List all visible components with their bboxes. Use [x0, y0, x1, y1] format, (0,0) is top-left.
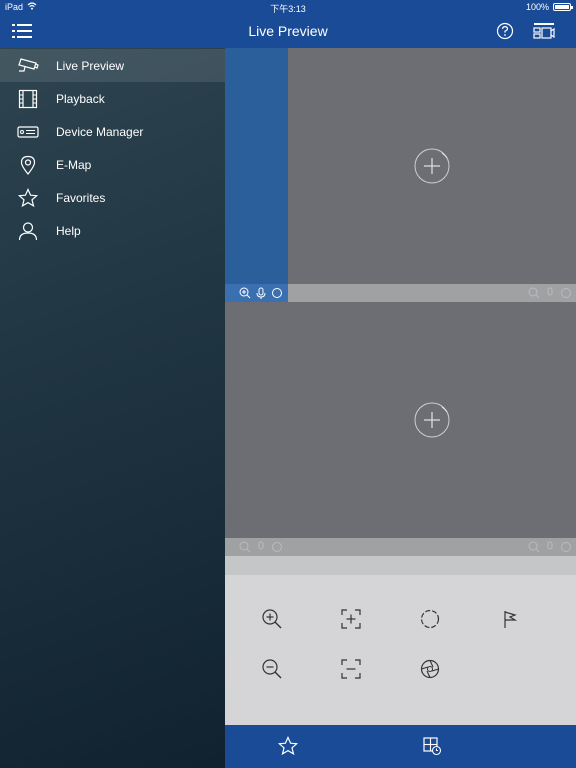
pane-2-zoom-icon-faded — [527, 540, 541, 554]
map-pin-icon — [17, 154, 39, 176]
sidebar-item-e-map[interactable]: E-Map — [0, 148, 225, 181]
video-pane-1[interactable] — [225, 48, 576, 284]
zoom-out-icon[interactable] — [258, 655, 286, 683]
add-channel-icon[interactable] — [414, 402, 450, 438]
battery-fill — [555, 5, 569, 9]
user-icon — [17, 220, 39, 242]
pane-1-toolbar — [225, 284, 576, 302]
add-channel-icon[interactable] — [414, 148, 450, 184]
status-bar: iPad 下午3:13 100% — [0, 0, 576, 14]
pane-2-mic-icon-faded — [543, 540, 557, 554]
pane-2-record-icon-faded — [559, 540, 573, 554]
sidebar-item-live-preview[interactable]: Live Preview — [0, 49, 225, 82]
iris-open-icon[interactable] — [416, 605, 444, 633]
camera-icon — [17, 55, 39, 77]
sidebar-item-favorites[interactable]: Favorites — [0, 181, 225, 214]
zoom-in-icon[interactable] — [238, 286, 252, 300]
device-icon — [17, 121, 39, 143]
film-icon — [17, 88, 39, 110]
selected-window-strip[interactable] — [225, 48, 288, 284]
nav-bar: Live Preview — [0, 14, 576, 48]
record-icon-faded — [270, 540, 284, 554]
live-preview-main — [225, 48, 576, 768]
ptz-control-panel — [225, 575, 576, 725]
sidebar-item-label: Live Preview — [56, 58, 125, 73]
sidebar-item-device-manager[interactable]: Device Manager — [0, 115, 225, 148]
record-icon[interactable] — [270, 286, 284, 300]
sidebar: Live Preview Playback Device Manager E-M… — [0, 48, 225, 768]
microphone-icon[interactable] — [254, 286, 268, 300]
pane-2-toolbar — [225, 538, 576, 556]
sidebar-item-label: Device Manager — [56, 124, 144, 139]
sidebar-item-label: E-Map — [56, 157, 92, 172]
layout-camera-icon[interactable] — [533, 20, 555, 42]
video-pane-2[interactable] — [225, 302, 576, 538]
sidebar-item-label: Playback — [56, 91, 105, 106]
focus-far-icon[interactable] — [337, 655, 365, 683]
microphone-icon-faded — [254, 540, 268, 554]
page-title: Live Preview — [248, 23, 328, 39]
battery-percent: 100% — [525, 2, 549, 12]
iris-close-icon[interactable] — [416, 655, 444, 683]
star-icon — [17, 187, 39, 209]
sidebar-item-help[interactable]: Help — [0, 214, 225, 247]
sidebar-item-label: Favorites — [56, 190, 106, 205]
battery-icon — [553, 3, 573, 11]
status-right: 100% — [525, 2, 573, 12]
sidebar-item-label: Help — [56, 223, 81, 238]
bottom-toolbar — [225, 725, 576, 768]
sidebar-item-playback[interactable]: Playback — [0, 82, 225, 115]
zoom-in-icon-faded — [238, 540, 252, 554]
focus-near-icon[interactable] — [337, 605, 365, 633]
pane-1-record-icon-faded — [559, 286, 573, 300]
flag-icon[interactable] — [496, 605, 524, 633]
help-icon[interactable] — [494, 20, 516, 42]
favorite-star-icon[interactable] — [277, 735, 299, 757]
window-layout-icon[interactable] — [421, 735, 443, 757]
pane-1-mic-icon-faded — [543, 286, 557, 300]
zoom-in-icon[interactable] — [258, 605, 286, 633]
pane-1-zoom-icon-faded — [527, 286, 541, 300]
